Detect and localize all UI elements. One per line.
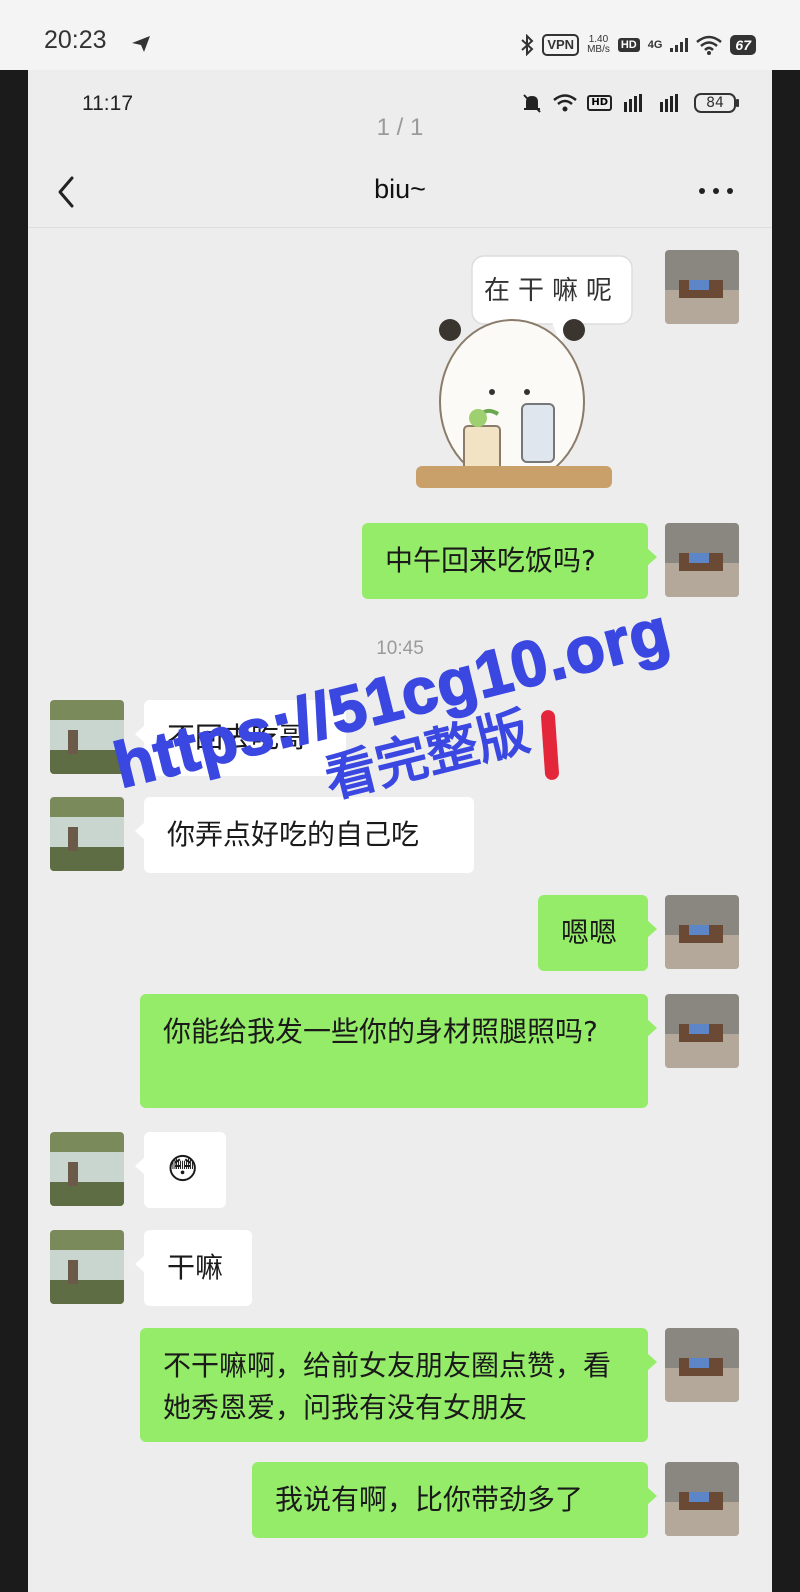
message-bubble-sent[interactable]: 不干嘛啊，给前女友朋友圈点赞，看她秀恩爱，问我有没有女朋友	[140, 1328, 657, 1442]
my-avatar[interactable]	[665, 895, 739, 969]
chat-screen: 11:17 HD 84 1 / 1 biu~ 在干嘛呢 中午回来吃饭吗? 10:…	[28, 70, 772, 1592]
message-bubble-received[interactable]: 不回去吃哥	[135, 700, 346, 776]
contact-avatar[interactable]	[50, 1132, 124, 1206]
message-bubble-sent[interactable]: 嗯嗯	[538, 895, 657, 971]
contact-avatar[interactable]	[50, 700, 124, 774]
outer-status-time: 20:23	[44, 26, 107, 54]
speed-unit: MB/s	[587, 44, 610, 55]
more-options-icon[interactable]	[696, 184, 736, 198]
cell-signal-icon-2	[660, 94, 678, 112]
inner-status-bar: 11:17 HD 84 1 / 1	[28, 70, 772, 141]
inner-status-icons: HD 84	[521, 92, 739, 114]
chat-header: biu~	[28, 154, 772, 230]
contact-avatar[interactable]	[50, 1230, 124, 1304]
network-speed: 1.40 MB/s	[587, 35, 610, 55]
outer-status-icons: VPN 1.40 MB/s HD 4G 67	[520, 30, 756, 60]
my-avatar[interactable]	[665, 250, 739, 324]
battery-indicator: 84	[694, 93, 739, 113]
message-bubble-received[interactable]: 😳	[135, 1132, 226, 1208]
cell-signal-icon	[670, 38, 689, 52]
my-avatar[interactable]	[665, 523, 739, 597]
page-indicator: 1 / 1	[376, 114, 424, 141]
vpn-badge: VPN	[542, 34, 580, 56]
header-divider	[28, 227, 772, 228]
sticker-text: 在干嘛呢	[484, 276, 620, 306]
hd-badge: HD	[587, 95, 612, 111]
panda-sticker[interactable]: 在干嘛呢	[402, 254, 650, 502]
mute-bell-icon	[523, 94, 542, 113]
network-type: 4G	[647, 39, 663, 51]
hd-badge: HD	[617, 38, 640, 52]
message-bubble-sent[interactable]: 中午回来吃饭吗?	[362, 523, 657, 599]
send-icon	[132, 36, 150, 52]
my-avatar[interactable]	[665, 1328, 739, 1402]
inner-status-time: 11:17	[82, 92, 133, 115]
my-avatar[interactable]	[665, 1462, 739, 1536]
message-bubble-received[interactable]: 你弄点好吃的自己吃	[135, 797, 474, 873]
contact-avatar[interactable]	[50, 797, 124, 871]
red-mark	[540, 709, 560, 781]
outer-status-bar: 20:23 VPN 1.40 MB/s HD 4G 67	[0, 0, 800, 70]
bluetooth-icon	[521, 34, 534, 56]
my-avatar[interactable]	[665, 994, 739, 1068]
wifi-icon	[553, 94, 578, 112]
wifi-icon	[696, 35, 723, 55]
chat-title: biu~	[374, 174, 426, 204]
battery-indicator: 67	[730, 35, 756, 55]
message-bubble-sent[interactable]: 我说有啊，比你带劲多了	[252, 1462, 657, 1538]
cell-signal-icon	[624, 94, 642, 112]
message-bubble-sent[interactable]: 你能给我发一些你的身材照腿照吗?	[140, 994, 657, 1108]
message-bubble-received[interactable]: 干嘛	[135, 1230, 252, 1306]
message-timestamp: 10:45	[376, 638, 424, 659]
